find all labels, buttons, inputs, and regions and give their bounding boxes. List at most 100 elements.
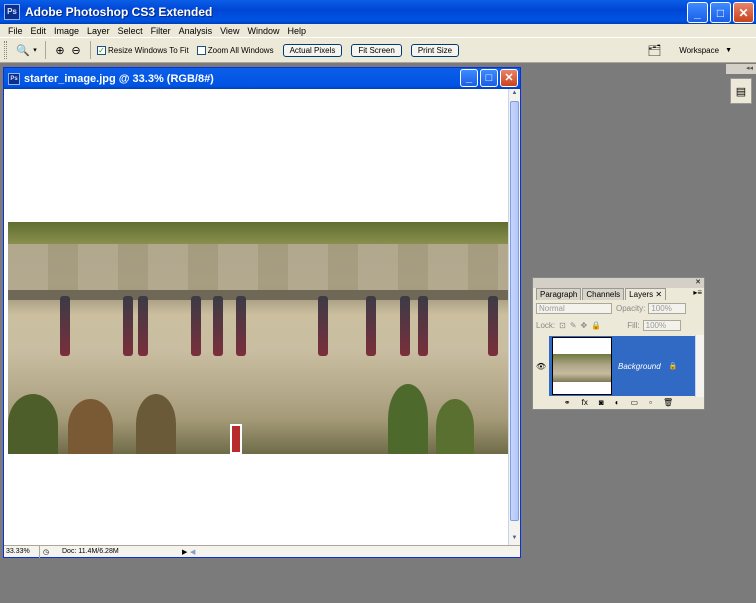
- menu-select[interactable]: Select: [114, 26, 147, 36]
- zoom-all-checkbox[interactable]: ✓: [196, 45, 206, 55]
- photo-person: [213, 296, 223, 356]
- new-group-icon[interactable]: ▭: [631, 397, 639, 409]
- tab-channels[interactable]: Channels: [582, 288, 625, 300]
- layers-scrollbar[interactable]: [695, 335, 704, 397]
- fill-field[interactable]: 100%: [642, 320, 681, 331]
- menu-help[interactable]: Help: [283, 26, 310, 36]
- photo-person: [123, 296, 133, 356]
- tab-paragraph[interactable]: Paragraph: [536, 288, 582, 300]
- layer-mask-icon[interactable]: ◙: [599, 397, 604, 409]
- photo-person: [191, 296, 201, 356]
- photo-bush: [8, 394, 58, 454]
- photo-person: [400, 296, 410, 356]
- panel-menu-icon[interactable]: ▸≡: [693, 288, 702, 300]
- layer-style-icon[interactable]: fx: [582, 397, 588, 409]
- photo-bush: [136, 394, 176, 454]
- lock-label: Lock:: [536, 321, 556, 330]
- visibility-eye-icon[interactable]: 👁: [533, 362, 549, 371]
- dock-collapse-icon[interactable]: ◂◂: [726, 64, 756, 74]
- panel-icon[interactable]: ▤: [730, 78, 752, 104]
- zoom-level[interactable]: 33.33%: [4, 545, 40, 558]
- app-title: Adobe Photoshop CS3 Extended: [25, 5, 213, 19]
- zoom-all-label: Zoom All Windows: [207, 45, 274, 55]
- menu-filter[interactable]: Filter: [147, 26, 175, 36]
- options-grip[interactable]: [4, 41, 7, 59]
- trash-icon[interactable]: 🗑: [663, 397, 673, 409]
- doc-maximize-button[interactable]: □: [480, 69, 498, 87]
- tab-layers[interactable]: Layers ✕: [625, 288, 667, 300]
- layer-selected[interactable]: Background 🔒: [549, 336, 696, 396]
- divider: [45, 41, 46, 59]
- document-window: Ps starter_image.jpg @ 33.3% (RGB/8#) _ …: [3, 67, 521, 558]
- vertical-scrollbar[interactable]: ▲ ▼: [508, 89, 520, 546]
- workspace-menu[interactable]: 🗂 Workspace ▼: [647, 44, 732, 57]
- zoom-tool-icon[interactable]: 🔍: [15, 42, 31, 58]
- zoom-out-icon[interactable]: ⊖: [68, 42, 84, 58]
- app-title-bar: Ps Adobe Photoshop CS3 Extended _ □ ✕: [0, 0, 756, 24]
- actual-pixels-button[interactable]: Actual Pixels: [282, 43, 343, 57]
- menu-analysis[interactable]: Analysis: [175, 26, 217, 36]
- fit-screen-button[interactable]: Fit Screen: [351, 43, 402, 57]
- minimize-button[interactable]: _: [687, 2, 708, 23]
- menu-file[interactable]: File: [4, 26, 27, 36]
- photo-person: [418, 296, 428, 356]
- adjustment-layer-icon[interactable]: ◐: [615, 397, 620, 409]
- zoom-in-icon[interactable]: ⊕: [52, 42, 68, 58]
- maximize-button[interactable]: □: [710, 2, 731, 23]
- bridge-icon[interactable]: 🗂: [647, 44, 661, 57]
- photo-wall: [8, 244, 508, 292]
- lock-icons[interactable]: ⊡✎✥🔒: [559, 321, 605, 330]
- lock-row: Lock: ⊡✎✥🔒 Fill: 100%: [533, 317, 704, 334]
- photo-bush: [68, 399, 113, 454]
- panel-dock: ◂◂ ▤: [726, 64, 756, 124]
- menu-view[interactable]: View: [216, 26, 243, 36]
- resize-windows-checkbox[interactable]: ✓: [97, 45, 106, 55]
- menu-layer[interactable]: Layer: [83, 26, 114, 36]
- menu-bar: File Edit Image Layer Select Filter Anal…: [0, 24, 756, 37]
- photo-ledge: [8, 290, 508, 300]
- image-canvas[interactable]: [8, 90, 510, 547]
- close-button[interactable]: ✕: [733, 2, 754, 23]
- tab-layers-label: Layers: [629, 290, 654, 299]
- photo-person: [366, 296, 376, 356]
- scroll-left-icon[interactable]: ◀: [190, 548, 198, 556]
- tool-preset-dropdown-icon[interactable]: ▾: [31, 42, 39, 58]
- blend-row: Normal Opacity: 100%: [533, 300, 704, 317]
- fill-label: Fill:: [627, 321, 640, 330]
- menu-window[interactable]: Window: [243, 26, 283, 36]
- document-title-bar[interactable]: Ps starter_image.jpg @ 33.3% (RGB/8#) _ …: [4, 68, 520, 89]
- photoshop-icon: Ps: [4, 4, 20, 20]
- status-menu-icon[interactable]: ◷: [40, 548, 52, 556]
- blend-mode-select[interactable]: Normal: [536, 303, 612, 314]
- link-layers-icon[interactable]: ⚭: [564, 397, 571, 409]
- flipped-riverbank-photo: [8, 222, 508, 454]
- document-icon: Ps: [8, 72, 20, 85]
- opacity-field[interactable]: 100%: [648, 303, 687, 314]
- options-bar: 🔍 ▾ ⊕ ⊖ ✓ Resize Windows To Fit ✓ Zoom A…: [0, 37, 756, 63]
- doc-minimize-button[interactable]: _: [460, 69, 478, 87]
- panel-tabs: Paragraph Channels Layers ✕ ▸≡: [533, 288, 704, 300]
- status-arrow-icon[interactable]: ▶: [182, 548, 190, 556]
- status-bar: 33.33% ◷ Doc: 11.4M/6.28M ▶ ◀: [4, 545, 520, 558]
- scroll-down-icon[interactable]: ▼: [510, 535, 519, 545]
- photo-person: [60, 296, 70, 356]
- photo-person: [138, 296, 148, 356]
- new-layer-icon[interactable]: ▫: [649, 397, 652, 409]
- menu-image[interactable]: Image: [50, 26, 83, 36]
- menu-edit[interactable]: Edit: [27, 26, 51, 36]
- doc-size-info: Doc: 11.4M/6.28M: [62, 548, 119, 555]
- doc-close-button[interactable]: ✕: [500, 69, 518, 87]
- divider: [90, 41, 91, 59]
- layer-name: Background: [618, 361, 661, 371]
- chevron-down-icon: ▼: [725, 47, 732, 54]
- layer-row-background[interactable]: 👁 Background 🔒: [533, 335, 696, 397]
- photo-sign: [230, 424, 242, 454]
- vertical-scroll-thumb[interactable]: [510, 101, 519, 521]
- scroll-up-icon[interactable]: ▲: [510, 90, 519, 100]
- layers-footer: ⚭ fx ◙ ◐ ▭ ▫ 🗑: [533, 397, 704, 409]
- print-size-button[interactable]: Print Size: [410, 43, 460, 57]
- photo-person: [488, 296, 498, 356]
- photo-bush: [436, 399, 474, 454]
- layer-thumbnail-image: [553, 354, 611, 382]
- panel-close-icon[interactable]: ✕: [533, 278, 704, 288]
